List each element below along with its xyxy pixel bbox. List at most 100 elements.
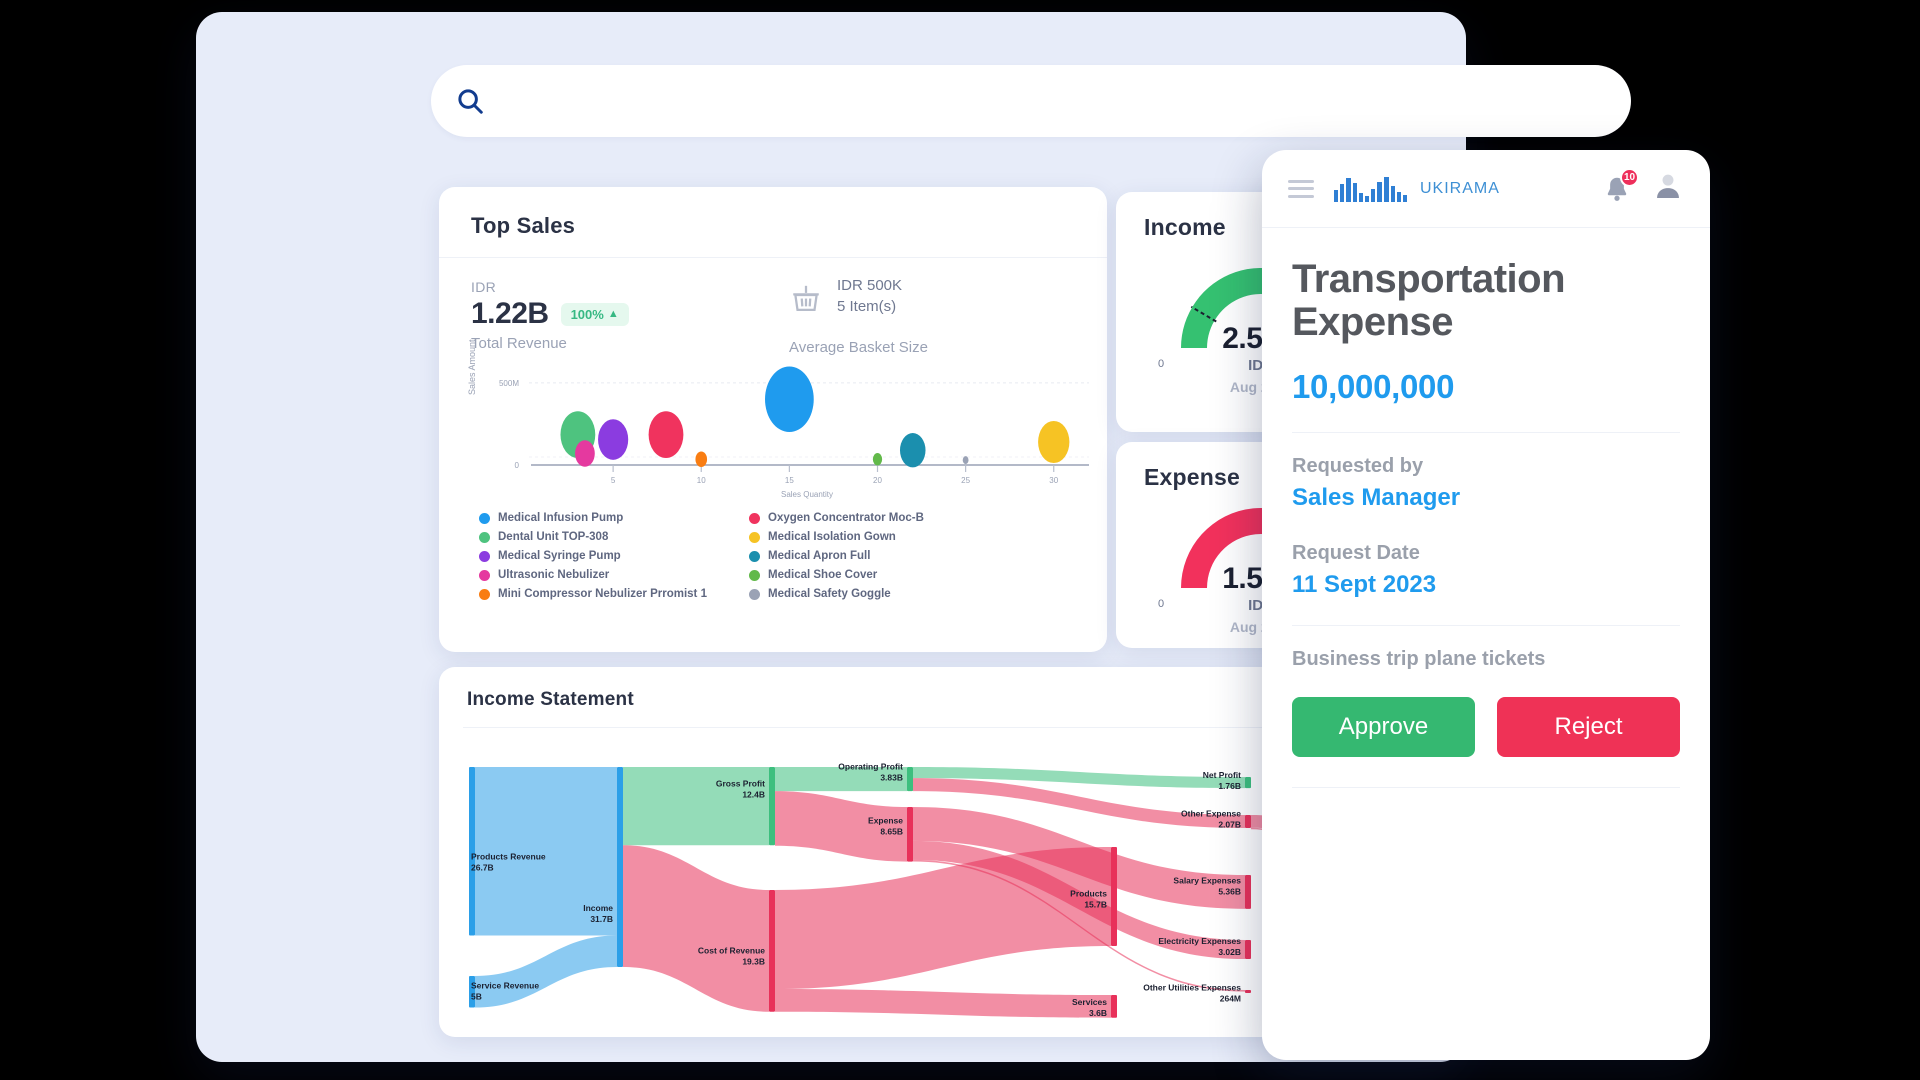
screen: Top Sales IDR 1.22B 100% ▲ Total Revenue [0,0,1920,1080]
sankey-node-value: 5.36B [1218,886,1241,896]
sankey-node-label: Other Utilities Expenses [1143,982,1241,992]
sankey-node-label: Income [583,903,613,913]
top-sales-legend: Medical Infusion Pump Oxygen Concentrator… [479,512,1079,600]
user-avatar-icon[interactable] [1652,170,1684,207]
legend-item[interactable]: Medical Infusion Pump [479,512,729,524]
currency-label: IDR [471,279,497,295]
sankey-node-value: 26.7B [471,863,494,873]
income-statement-title: Income Statement [467,689,634,710]
legend-label: Medical Infusion Pump [498,512,624,524]
income-title: Income [1144,214,1226,240]
top-sales-card: Top Sales IDR 1.22B 100% ▲ Total Revenue [439,187,1107,652]
svg-text:25: 25 [961,476,970,485]
header-actions: 10 [1602,167,1684,207]
legend-label: Ultrasonic Nebulizer [498,569,610,581]
legend-color-dot [479,550,490,562]
brand-name: UKIRAMA [1420,179,1500,197]
expense-title: Expense [1144,464,1241,490]
legend-item[interactable]: Medical Isolation Gown [749,531,999,543]
legend-item[interactable]: Dental Unit TOP-308 [479,531,729,543]
growth-badge: 100% ▲ [560,302,629,326]
approval-actions: Approve Reject [1292,697,1680,758]
legend-color-dot [749,512,760,524]
svg-text:30: 30 [1049,476,1058,485]
divider [1292,625,1680,627]
notification-count-badge: 10 [1620,167,1639,187]
sankey-node-label: Gross Profit [716,779,765,789]
sankey-node-value: 3.02B [1218,947,1241,957]
legend-item[interactable]: Medical Shoe Cover [749,569,999,581]
legend-item[interactable]: Oxygen Concentrator Moc-B [749,512,999,524]
svg-text:5: 5 [611,476,616,485]
request-title: Transportation Expense [1292,257,1566,345]
sankey-node-label: Products Revenue [471,852,546,862]
approve-button[interactable]: Approve [1292,697,1475,758]
legend-item[interactable]: Medical Safety Goggle [749,588,999,600]
total-revenue-kpi: IDR 1.22B 100% ▲ Total Revenue [471,279,629,352]
legend-label: Oxygen Concentrator Moc-B [768,512,924,524]
legend-item[interactable]: Medical Apron Full [749,550,999,562]
basket-icon [789,283,823,317]
legend-label: Mini Compressor Nebulizer Prromist 1 [498,588,707,600]
sankey-node-label: Salary Expenses [1173,875,1241,885]
legend-item[interactable]: Ultrasonic Nebulizer [479,569,729,581]
brand-logo: UKIRAMA [1332,174,1500,204]
sankey-node-label: Services [1072,997,1107,1007]
search-icon [455,86,485,116]
sankey-node-value: 12.4B [742,790,765,800]
divider [1292,432,1680,434]
legend-color-dot [479,588,490,600]
legend-color-dot [749,588,760,600]
sankey-node-label: Operating Profit [838,761,903,771]
legend-label: Medical Safety Goggle [768,588,891,600]
request-note: Business trip plane tickets [1292,648,1546,671]
requested-by-value: Sales Manager [1292,484,1461,512]
sankey-node-value: 3.6B [1089,1008,1107,1018]
search-input[interactable] [501,90,1631,112]
legend-label: Dental Unit TOP-308 [498,531,609,543]
search-bar[interactable] [431,65,1631,137]
divider [439,257,1107,258]
reject-button[interactable]: Reject [1497,697,1680,758]
top-sales-title: Top Sales [471,213,576,238]
legend-label: Medical Shoe Cover [768,569,878,581]
average-basket-kpi: IDR 500K 5 Item(s) [789,277,902,317]
sankey-node-label: Expense [868,815,903,825]
approval-panel: UKIRAMA 10 Transportation Expense 10,000… [1262,150,1710,1060]
legend-item[interactable]: Medical Syringe Pump [479,550,729,562]
legend-label: Medical Syringe Pump [498,550,621,562]
legend-label: Medical Isolation Gown [768,531,896,543]
legend-color-dot [479,531,490,543]
bubble-chart-svg: 500M 0 5 10 15 20 25 30 Sales Quantity [499,366,1089,499]
sankey-node-value: 3.83B [880,772,903,782]
request-date-value: 11 Sept 2023 [1292,571,1437,599]
legend-color-dot [749,531,760,543]
sankey-node-value: 15.7B [1084,900,1107,910]
sankey-node-value: 5B [471,992,482,1002]
legend-color-dot [749,569,760,581]
legend-label: Medical Apron Full [768,550,871,562]
request-amount: 10,000,000 [1292,368,1455,406]
basket-items: 5 Item(s) [837,298,897,315]
sankey-node-label: Electricity Expenses [1158,936,1241,946]
divider [1292,787,1680,789]
total-revenue-label: Total Revenue [471,335,567,352]
svg-text:Sales Quantity: Sales Quantity [781,490,833,499]
svg-text:500M: 500M [499,379,519,388]
hamburger-menu-icon[interactable] [1288,179,1314,198]
sankey-node-value: 31.7B [590,914,613,924]
svg-text:15: 15 [785,476,794,485]
average-basket-label: Average Basket Size [789,339,928,356]
caret-up-icon: ▲ [607,308,619,320]
legend-item[interactable]: Mini Compressor Nebulizer Prromist 1 [479,588,729,600]
legend-color-dot [479,512,490,524]
requested-by-label: Requested by [1292,455,1424,478]
sankey-node-label: Net Profit [1203,770,1241,780]
approval-panel-body: Transportation Expense 10,000,000 Reques… [1262,228,1710,789]
basket-amount: IDR 500K [837,277,903,294]
legend-color-dot [749,550,760,562]
notification-bell-icon[interactable]: 10 [1602,167,1639,204]
svg-text:0: 0 [515,461,520,470]
sankey-node-label: Other Expense [1181,808,1241,818]
sankey-node-label: Service Revenue [471,981,539,991]
